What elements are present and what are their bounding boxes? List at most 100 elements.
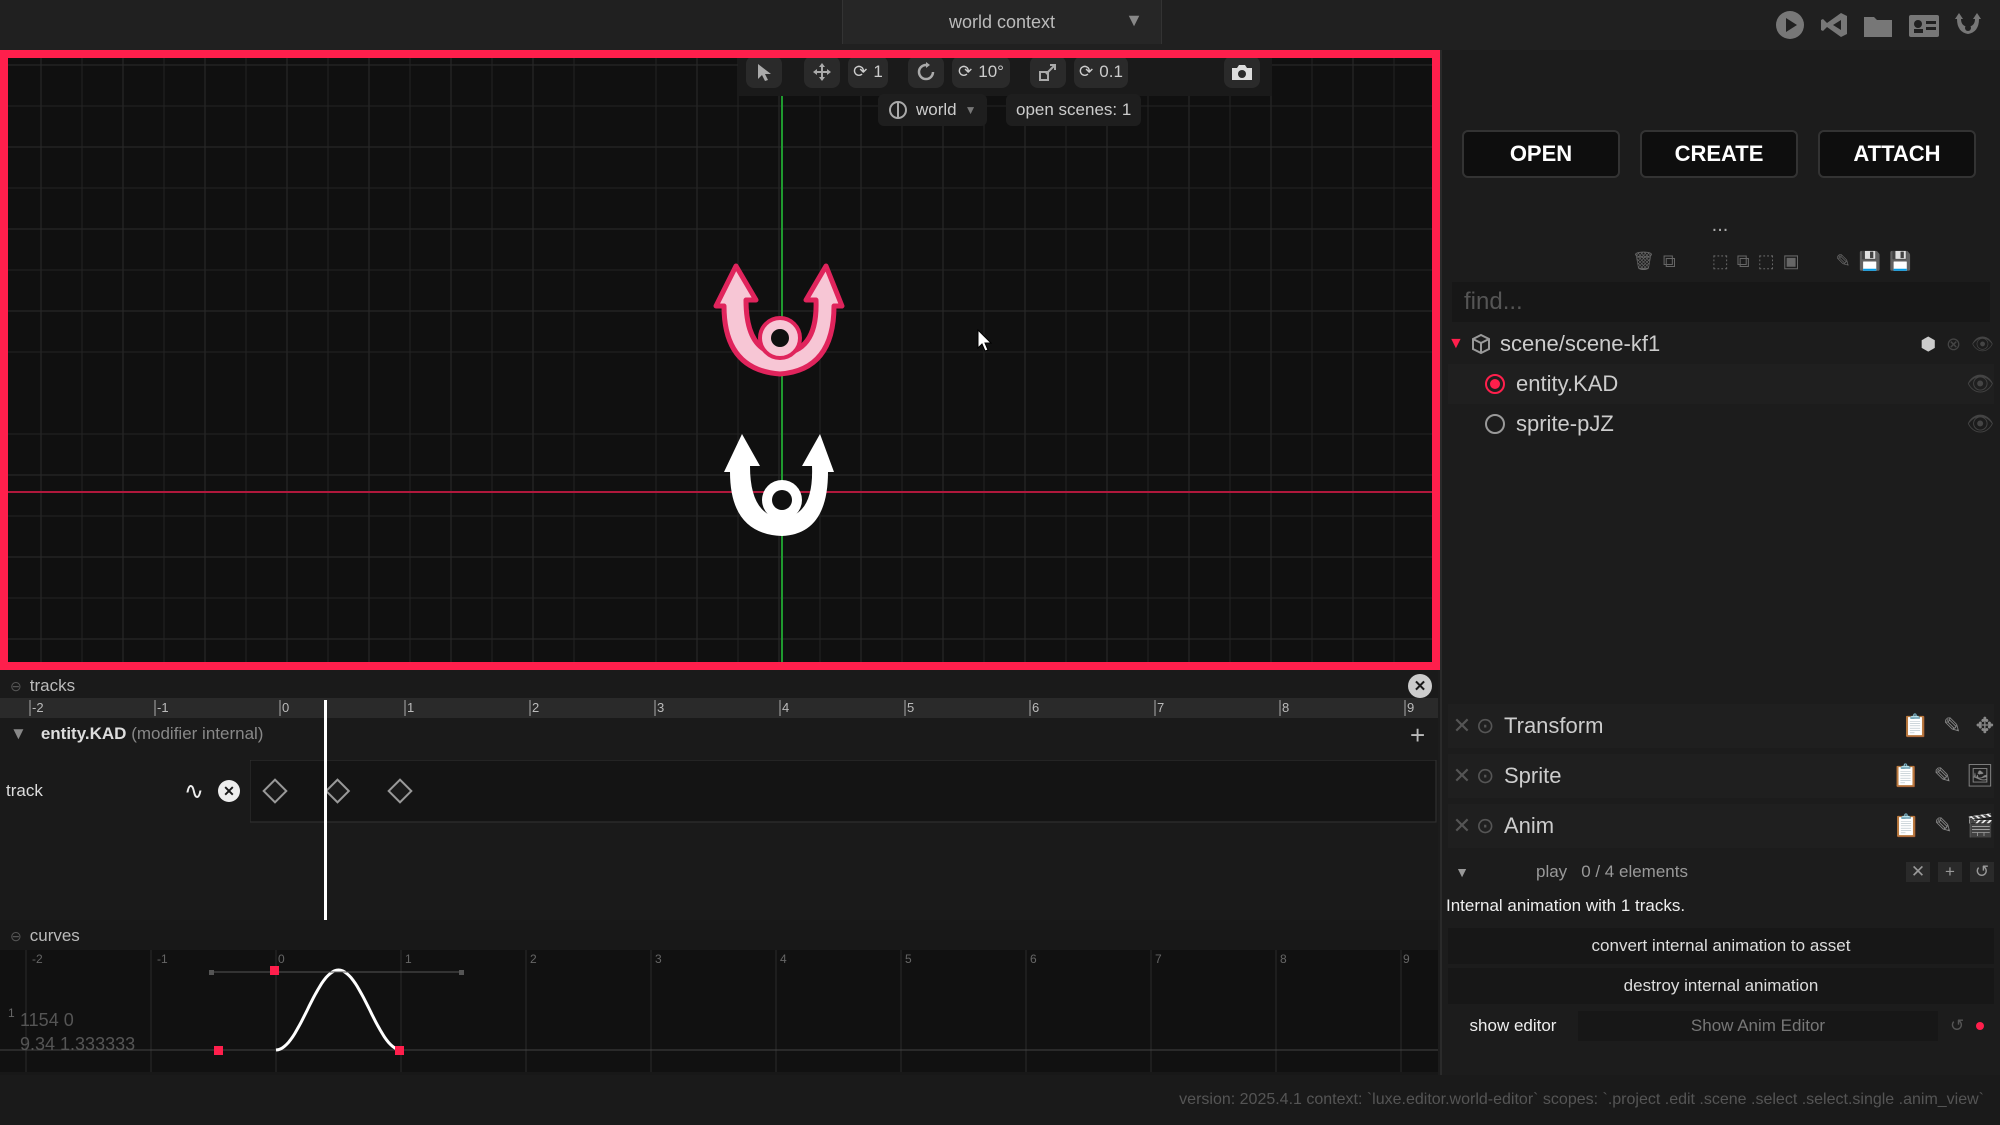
entity-label: entity.KAD (1516, 371, 1619, 396)
status-dot (1976, 1022, 1985, 1030)
snap-icon: ⟳ (958, 62, 973, 81)
curve-ruler-tick: 1 (405, 952, 412, 966)
eye-icon[interactable]: 👁 (1966, 411, 1994, 437)
radio-selected-icon (1485, 374, 1505, 394)
luxe-logo-icon[interactable] (1950, 8, 1986, 42)
curve-y-tick: 1 (8, 1006, 15, 1020)
convert-animation-button[interactable]: convert internal animation to asset (1448, 928, 1994, 964)
world-dropdown[interactable]: world ▼ (878, 94, 987, 126)
paste-icon[interactable]: 📋 (1892, 763, 1919, 789)
expand-arrow-icon[interactable]: ▼ (1448, 335, 1470, 353)
show-anim-editor-button[interactable]: Show Anim Editor (1578, 1011, 1938, 1041)
collapse-icon[interactable]: ⊖ (10, 678, 22, 695)
move-tool-icon[interactable] (804, 58, 840, 88)
scale-tool-icon[interactable] (1030, 58, 1066, 88)
attach-button[interactable]: ATTACH (1818, 130, 1976, 178)
destroy-animation-button[interactable]: destroy internal animation (1448, 968, 1994, 1004)
ruler-tick: 5 (907, 700, 915, 715)
open-button[interactable]: OPEN (1462, 130, 1620, 178)
scale-snap-toggle[interactable]: ⟳ 0.1 (1074, 58, 1128, 88)
component-transform[interactable]: ✕ ⊙ Transform 📋 ✎ ✥ (1448, 704, 1994, 748)
save-all-icon[interactable]: 💾 (1889, 251, 1911, 272)
remove-icon[interactable]: ✕ (1448, 713, 1476, 739)
id-card-icon[interactable] (1906, 8, 1942, 42)
track-row-header: track ∿ ✕ (0, 760, 250, 822)
collapse-icon[interactable]: ⊙ (1476, 813, 1504, 839)
move-icon[interactable]: ✥ (1976, 713, 1994, 739)
expand-arrow-icon[interactable]: ▼ (10, 724, 27, 744)
edit-icon[interactable]: ✎ (1943, 713, 1961, 739)
entity-row[interactable]: sprite-pJZ 👁 (1448, 404, 1994, 444)
collapse-icon[interactable]: ⊖ (10, 928, 22, 945)
curve-ruler-tick: 9 (1403, 952, 1410, 966)
create-button[interactable]: CREATE (1640, 130, 1798, 178)
track-label: track (6, 781, 43, 800)
edit-icon[interactable]: ✎ (1836, 251, 1851, 272)
scene-tree-row[interactable]: ▼ scene/scene-kf1 ⬢ ⊗ 👁 (1448, 324, 1994, 364)
select-rect-icon[interactable]: ⬚ (1712, 251, 1729, 272)
collapse-icon[interactable]: ⊙ (1476, 713, 1504, 739)
track-timeline[interactable] (250, 760, 1438, 920)
select-bounds-icon[interactable]: ⬚ (1758, 251, 1775, 272)
remove-icon[interactable]: ✕ (1448, 813, 1476, 839)
expand-arrow-icon[interactable]: ▼ (1448, 864, 1476, 880)
vscode-icon[interactable] (1816, 8, 1852, 42)
duplicate-icon[interactable]: ⧉ (1663, 251, 1676, 272)
context-dropdown[interactable]: world context ▼ (842, 0, 1162, 44)
reset-icon[interactable]: ↺ (1950, 1016, 1964, 1036)
curve-ruler-tick: 5 (905, 952, 912, 966)
eye-icon[interactable]: 👁 (1966, 371, 1994, 397)
component-label: Transform (1504, 713, 1604, 738)
cubes-icon[interactable]: ⬢ (1920, 334, 1936, 355)
edit-icon[interactable]: ✎ (1934, 763, 1952, 789)
rotate-snap-toggle[interactable]: ⟳ 10° (952, 58, 1010, 88)
play-row: ▼ play 0 / 4 elements ✕ + ↺ (1448, 856, 1994, 888)
chevron-down-icon: ▼ (1125, 10, 1143, 30)
component-anim[interactable]: ✕ ⊙ Anim 📋 ✎ 🎬 (1448, 804, 1994, 848)
tracks-title: tracks (29, 676, 76, 695)
curve-ruler-tick: 6 (1030, 952, 1037, 966)
eye-icon[interactable]: 👁 (1971, 334, 1994, 355)
paste-icon[interactable]: 📋 (1902, 713, 1929, 739)
folder-icon[interactable] (1860, 8, 1896, 42)
find-input[interactable]: find... (1452, 282, 1990, 322)
collapse-icon[interactable]: ⊙ (1476, 763, 1504, 789)
curve-ruler-tick: 8 (1280, 952, 1287, 966)
paste-icon[interactable]: 📋 (1893, 813, 1920, 839)
close-icon[interactable]: ✕ (1906, 862, 1930, 882)
play-icon[interactable] (1772, 8, 1808, 42)
component-sprite[interactable]: ✕ ⊙ Sprite 📋 ✎ 🖼 (1448, 754, 1994, 798)
ungroup-icon[interactable]: ▣ (1783, 251, 1800, 272)
trash-icon[interactable]: 🗑 (1632, 251, 1655, 272)
track-entity-header[interactable]: ▼ entity.KAD (modifier internal) (10, 724, 263, 744)
curve-handle (209, 970, 214, 975)
rotate-tool-icon[interactable] (908, 58, 944, 88)
ruler-tick: -2 (32, 700, 44, 715)
add-icon[interactable]: + (1938, 862, 1962, 882)
right-panel: OPEN CREATE ATTACH ... 🗑 ⧉ ⬚ ⧉ ⬚ ▣ ✎ 💾 💾… (1440, 50, 2000, 1075)
image-icon[interactable]: 🖼 (1966, 763, 1994, 789)
entity-row-selected[interactable]: entity.KAD 👁 (1448, 364, 1994, 404)
curve-icon[interactable]: ∿ (184, 777, 204, 806)
play-label: play (1536, 862, 1568, 881)
playhead[interactable] (323, 700, 327, 920)
save-icon[interactable]: 💾 (1859, 251, 1881, 272)
group-icon[interactable]: ⧉ (1737, 251, 1750, 272)
close-tracks-icon[interactable]: ✕ (1408, 674, 1432, 698)
add-track-icon[interactable]: + (1410, 720, 1425, 751)
more-ellipsis[interactable]: ... (1442, 214, 1998, 237)
close-circle-icon[interactable]: ⊗ (1946, 334, 1961, 355)
reset-icon[interactable]: ↺ (1970, 862, 1994, 882)
move-snap-toggle[interactable]: ⟳ 1 (848, 58, 888, 88)
curve-ruler-tick: -1 (157, 952, 168, 966)
scene-viewport[interactable]: ⟳ 1 ⟳ 10° ⟳ 0.1 world ▼ open scenes: 1 (0, 50, 1440, 670)
ruler-tick: 0 (282, 700, 290, 715)
camera-icon[interactable] (1224, 58, 1260, 88)
remove-icon[interactable]: ✕ (1448, 763, 1476, 789)
ruler-tick: 4 (782, 700, 790, 715)
clapper-icon[interactable]: 🎬 (1967, 813, 1994, 839)
ruler-tick: 3 (657, 700, 665, 715)
delete-track-icon[interactable]: ✕ (218, 780, 240, 802)
edit-icon[interactable]: ✎ (1934, 813, 1952, 839)
select-tool-icon[interactable] (746, 58, 782, 88)
